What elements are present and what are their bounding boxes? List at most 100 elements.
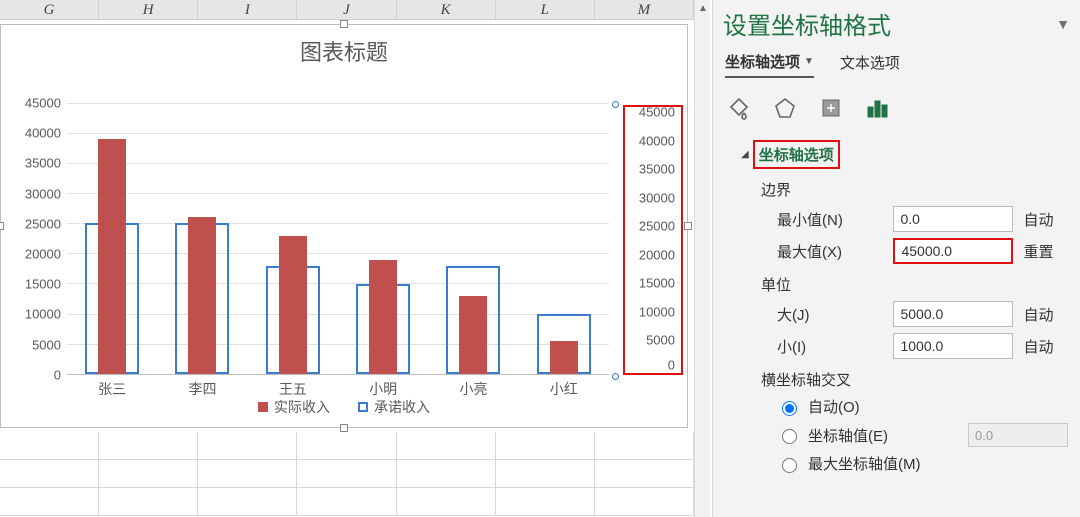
size-icon[interactable]	[817, 94, 845, 122]
max-input[interactable]	[893, 238, 1013, 264]
sec-tick: 15000	[639, 276, 675, 291]
major-input[interactable]	[893, 301, 1013, 327]
y-tick: 35000	[25, 156, 61, 171]
max-reset-button[interactable]: 重置	[1023, 241, 1068, 262]
panel-title: 设置坐标轴格式 ▼	[721, 0, 1072, 51]
secondary-y-axis[interactable]: 45000 40000 35000 30000 25000 20000 1500…	[623, 105, 683, 375]
chart-title[interactable]: 图表标题	[1, 35, 687, 67]
legend-item-actual[interactable]: 实际收入	[258, 397, 330, 417]
col-K[interactable]: K	[397, 0, 496, 19]
major-label: 大(J)	[777, 304, 883, 325]
radio-value[interactable]: 坐标轴值(E)	[777, 423, 1068, 447]
x-cat: 小红	[519, 379, 609, 399]
y-tick: 40000	[25, 126, 61, 141]
plot	[67, 103, 609, 375]
col-J[interactable]: J	[297, 0, 396, 19]
unit-heading: 单位	[761, 274, 1068, 295]
bar-actual[interactable]	[550, 341, 578, 374]
min-auto-button[interactable]: 自动	[1023, 209, 1068, 230]
bar-actual[interactable]	[188, 217, 216, 374]
primary-y-axis[interactable]: 45000 40000 35000 30000 25000 20000 1500…	[11, 103, 63, 375]
sec-tick: 25000	[639, 219, 675, 234]
y-tick: 30000	[25, 186, 61, 201]
y-tick: 15000	[25, 277, 61, 292]
bar-group[interactable]	[519, 103, 609, 374]
legend-swatch-actual	[258, 402, 268, 412]
minor-input[interactable]	[893, 333, 1013, 359]
legend-item-promise[interactable]: 承诺收入	[358, 397, 430, 417]
column-headers: G H I J K L M	[0, 0, 694, 20]
min-input[interactable]	[893, 206, 1013, 232]
col-G[interactable]: G	[0, 0, 99, 19]
resize-handle[interactable]	[684, 222, 692, 230]
section-axis-options: ◢ 坐标轴选项 边界 最小值(N) 自动 最大值(X) 重置 单位 大(J) 自…	[721, 130, 1072, 484]
resize-handle[interactable]	[340, 424, 348, 432]
x-cat: 小明	[338, 379, 428, 399]
resize-handle[interactable]	[340, 20, 348, 28]
y-tick: 0	[54, 368, 61, 383]
legend-swatch-promise	[358, 402, 368, 412]
plot-area[interactable]: 45000 40000 35000 30000 25000 20000 1500…	[11, 103, 609, 375]
bar-group[interactable]	[338, 103, 428, 374]
sec-tick: 30000	[639, 190, 675, 205]
resize-handle[interactable]	[0, 222, 4, 230]
axis-anchor[interactable]	[612, 373, 619, 380]
x-cat: 张三	[67, 379, 157, 399]
row-minor: 小(I) 自动	[777, 333, 1068, 359]
radio-auto-input[interactable]	[782, 401, 797, 416]
bar-actual[interactable]	[279, 236, 307, 375]
x-cat: 李四	[157, 379, 247, 399]
bar-group[interactable]	[67, 103, 157, 374]
min-label: 最小值(N)	[777, 209, 883, 230]
radio-max[interactable]: 最大坐标轴值(M)	[777, 453, 1068, 474]
bar-actual[interactable]	[369, 260, 397, 374]
cross-heading: 横坐标轴交叉	[761, 369, 1068, 390]
tab-text-options[interactable]: 文本选项	[840, 51, 900, 78]
panel-tabs: 坐标轴选项 ▼ 文本选项	[721, 51, 1072, 78]
x-cat: 王五	[248, 379, 338, 399]
radio-max-input[interactable]	[782, 458, 797, 473]
bar-group[interactable]	[428, 103, 518, 374]
scroll-up-icon[interactable]: ▲	[695, 0, 711, 16]
major-auto-button[interactable]: 自动	[1023, 304, 1068, 325]
bar-group[interactable]	[248, 103, 338, 374]
sec-tick: 45000	[639, 105, 675, 120]
minor-auto-button[interactable]: 自动	[1023, 336, 1068, 357]
axis-chart-icon[interactable]	[863, 94, 891, 122]
legend-label: 实际收入	[274, 397, 330, 417]
x-axis[interactable]: 张三 李四 王五 小明 小亮 小红	[67, 379, 609, 399]
chart-object[interactable]: 图表标题 45000 40000 35000 30000 25000 20000…	[0, 24, 688, 428]
tab-axis-options[interactable]: 坐标轴选项 ▼	[725, 51, 814, 78]
effects-icon[interactable]	[771, 94, 799, 122]
radio-value-input[interactable]	[782, 429, 797, 444]
legend-label: 承诺收入	[374, 397, 430, 417]
col-M[interactable]: M	[595, 0, 694, 19]
sec-tick: 10000	[639, 304, 675, 319]
y-tick: 20000	[25, 246, 61, 261]
row-major: 大(J) 自动	[777, 301, 1068, 327]
sec-tick: 0	[668, 358, 675, 373]
y-tick: 45000	[25, 96, 61, 111]
y-tick: 25000	[25, 216, 61, 231]
radio-auto[interactable]: 自动(O)	[777, 396, 1068, 417]
bar-actual[interactable]	[459, 296, 487, 374]
bar-group[interactable]	[157, 103, 247, 374]
bars	[67, 103, 609, 374]
vertical-scrollbar[interactable]: ▲	[694, 0, 710, 517]
sec-tick: 35000	[639, 162, 675, 177]
col-H[interactable]: H	[99, 0, 198, 19]
legend[interactable]: 实际收入 承诺收入	[1, 397, 687, 417]
col-I[interactable]: I	[198, 0, 297, 19]
axis-options-heading[interactable]: 坐标轴选项	[753, 140, 840, 169]
bar-actual[interactable]	[98, 139, 126, 374]
col-L[interactable]: L	[496, 0, 595, 19]
bounds-heading: 边界	[761, 179, 1068, 200]
row-min: 最小值(N) 自动	[777, 206, 1068, 232]
chevron-down-icon[interactable]: ▼	[1056, 16, 1070, 32]
axis-anchor[interactable]	[612, 101, 619, 108]
minor-label: 小(I)	[777, 336, 883, 357]
sheet-grid[interactable]	[0, 432, 694, 517]
collapse-triangle-icon[interactable]: ◢	[741, 149, 749, 160]
fill-icon[interactable]	[725, 94, 753, 122]
sec-tick: 20000	[639, 247, 675, 262]
